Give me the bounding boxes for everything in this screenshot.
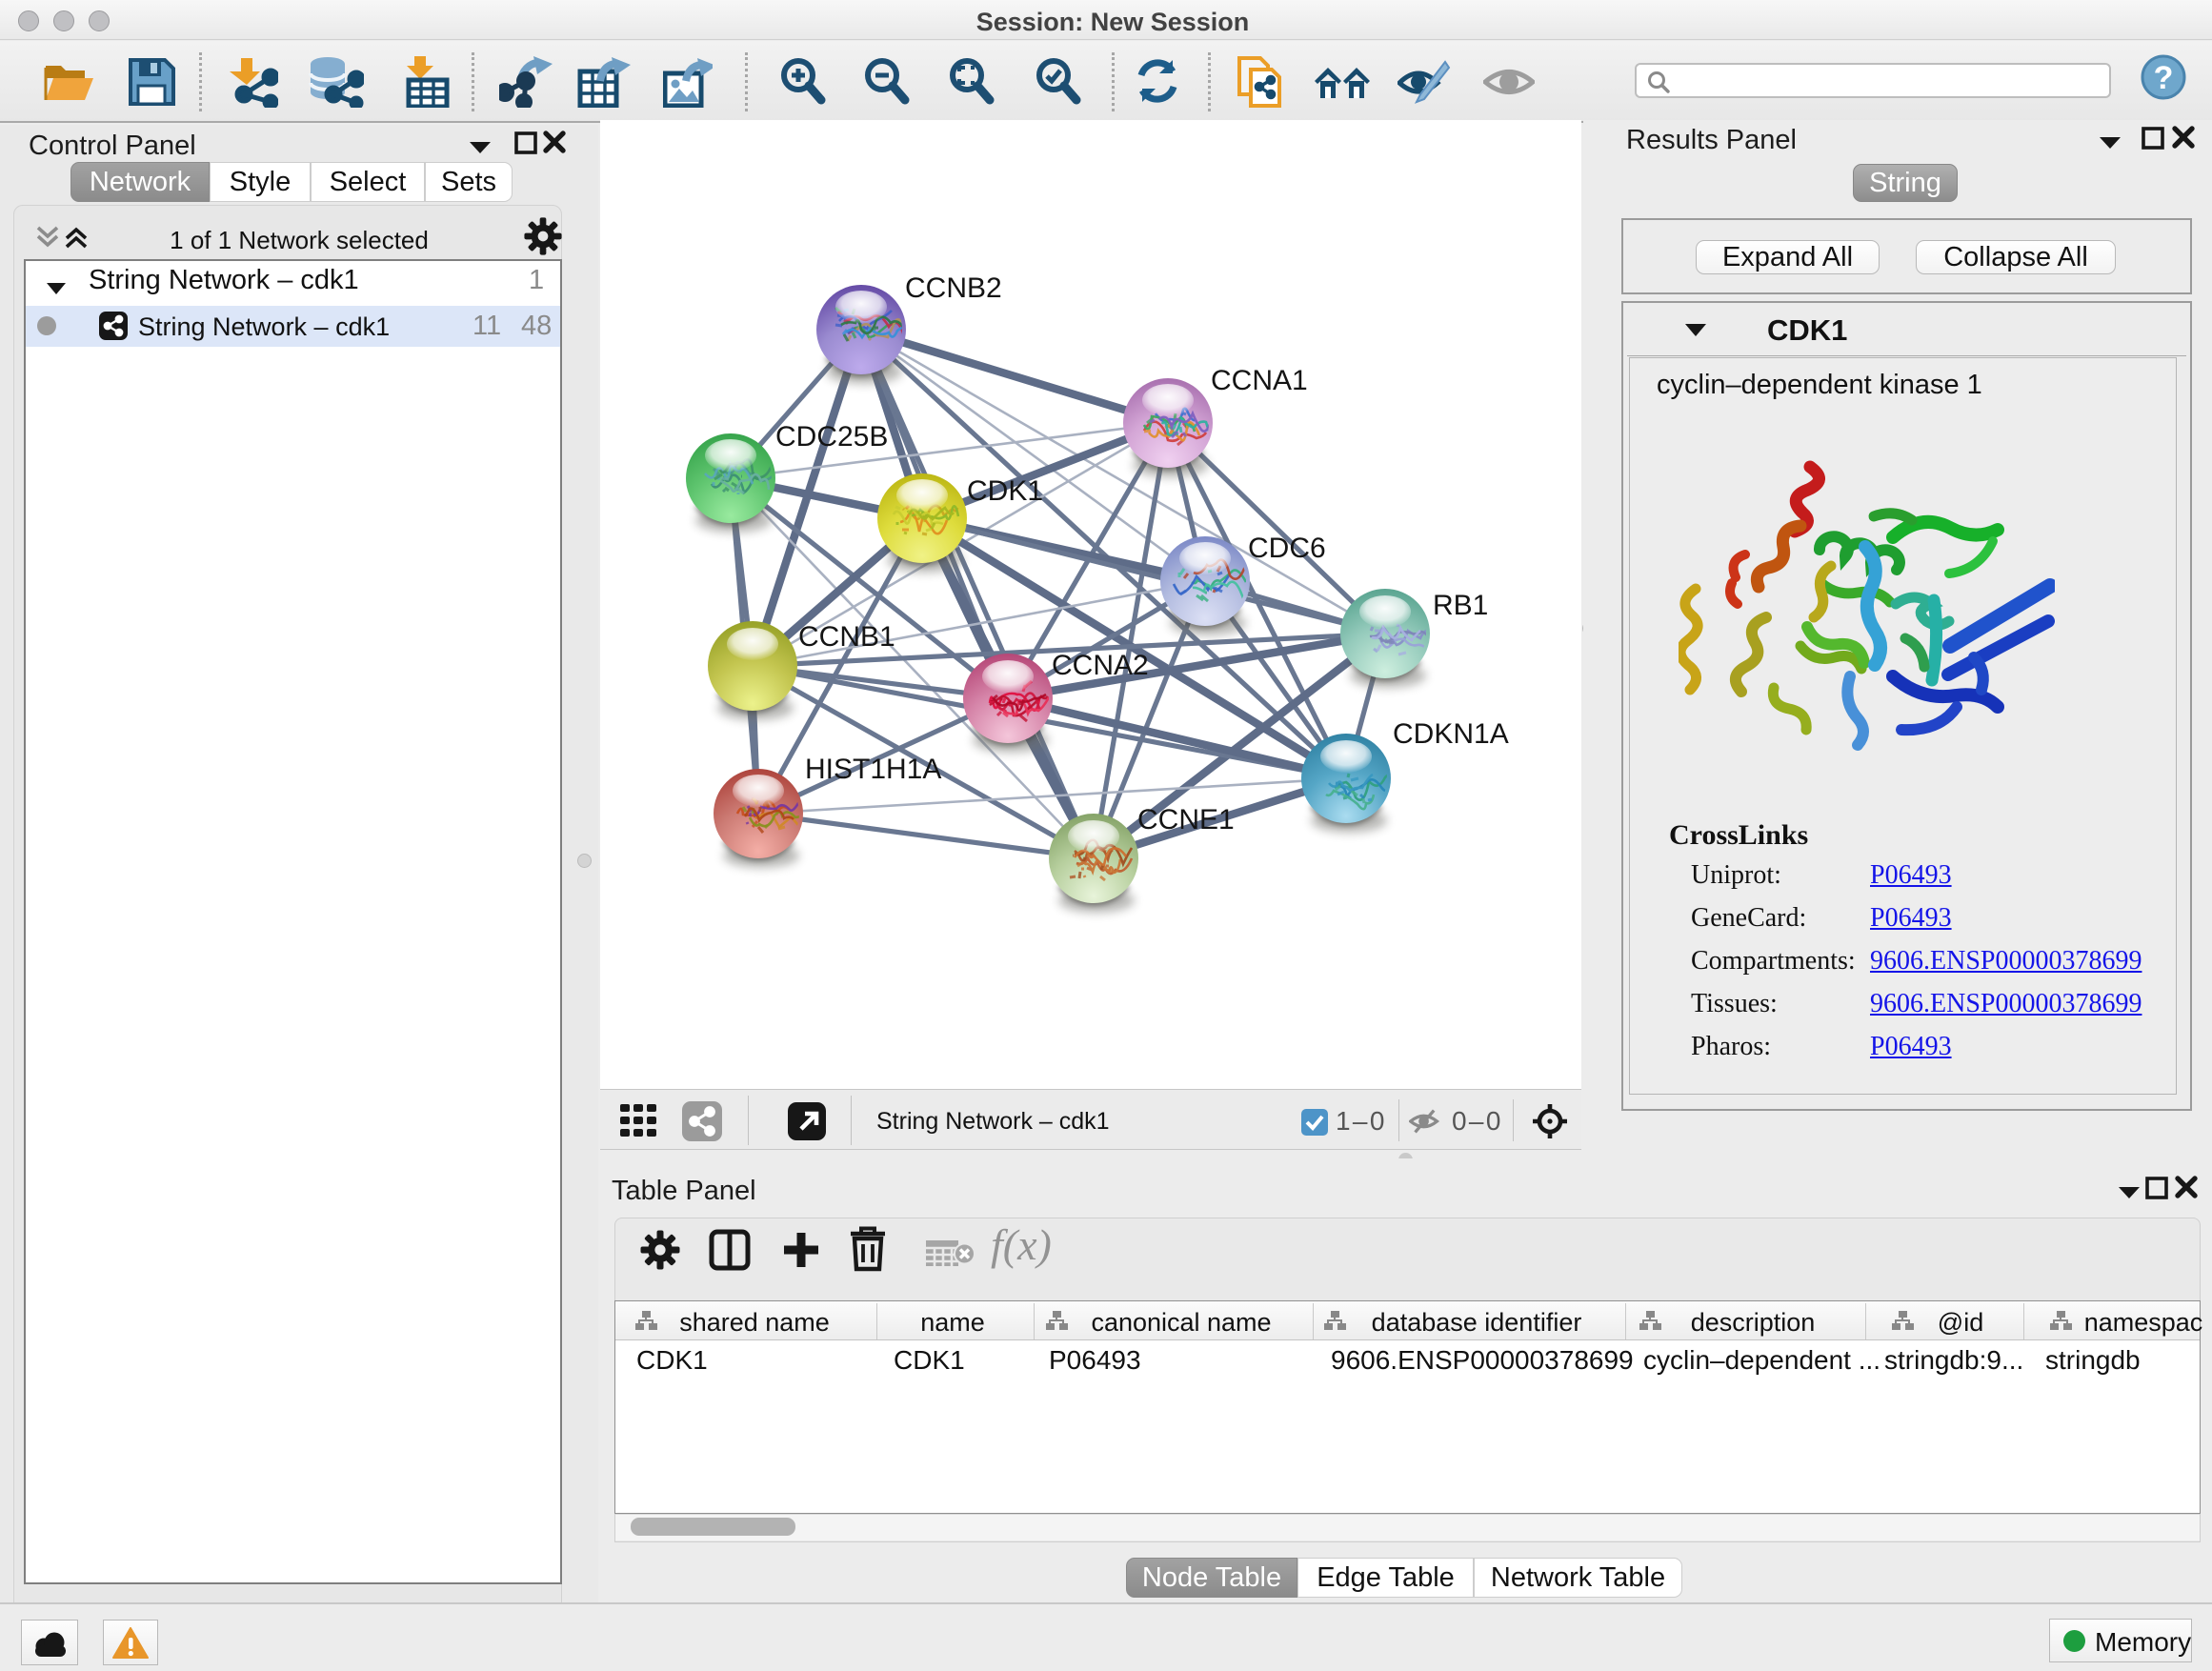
svg-text:CDK1: CDK1: [967, 475, 1043, 507]
svg-text:CDC6: CDC6: [1248, 533, 1326, 564]
svg-text:RB1: RB1: [1433, 590, 1488, 621]
svg-text:CCNB2: CCNB2: [905, 272, 1002, 304]
svg-text:?: ?: [2154, 60, 2174, 96]
svg-text:CCNA2: CCNA2: [1052, 650, 1149, 681]
svg-text:CCNB1: CCNB1: [798, 621, 895, 653]
svg-text:CCNA1: CCNA1: [1211, 365, 1308, 396]
svg-text:HIST1H1A: HIST1H1A: [805, 754, 941, 785]
svg-text:CDKN1A: CDKN1A: [1393, 718, 1509, 750]
svg-text:CCNE1: CCNE1: [1137, 804, 1235, 836]
svg-text:CDC25B: CDC25B: [775, 421, 888, 453]
